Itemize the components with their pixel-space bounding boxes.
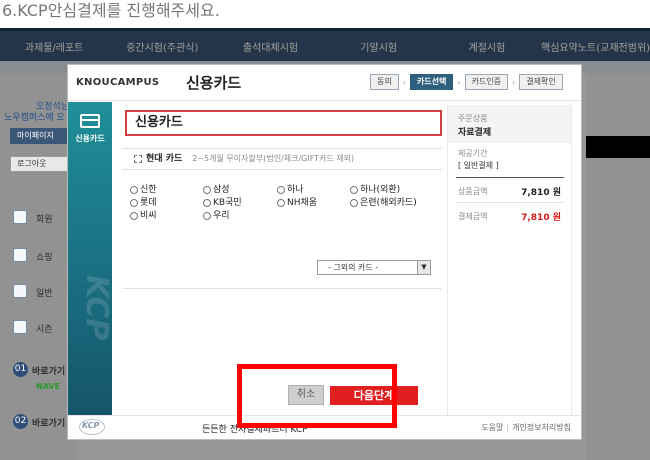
step-card-select: 카드선택 [409, 74, 454, 90]
amount-label: 상품금액 [458, 187, 488, 196]
step-arrow-icon: › [512, 77, 516, 87]
credit-card-icon [80, 114, 100, 128]
content-divider [122, 288, 442, 289]
bank-label: 은련(해외카드) [360, 198, 417, 208]
radio-icon[interactable] [130, 185, 138, 194]
bank-label: 하나 [287, 185, 304, 195]
other-card-select[interactable]: - 그외의 카드 - ▼ [317, 260, 431, 275]
brand-logo: KNOUCAMPUS [76, 77, 160, 88]
bank-label: NH채움 [287, 198, 318, 208]
modal-title: 신용카드 [186, 74, 242, 92]
summary-divider [456, 202, 564, 203]
step-card-auth: 카드인증 [464, 74, 509, 90]
bank-option-samsung[interactable]: 삼성 [203, 182, 230, 195]
bank-option-shinhan[interactable]: 신한 [130, 182, 157, 195]
payment-method-title: 신용카드 [125, 110, 442, 136]
chevron-down-icon[interactable]: ▼ [417, 261, 430, 274]
card-type-description: 2~5개월 무이자할부(법인/체크/GIFT카드 제외) [192, 154, 355, 163]
pay-amount-label: 결제금액 [458, 212, 488, 221]
step-indicator: 동의 › 카드선택 › 카드인증 › 결제확인 [370, 74, 563, 90]
bank-option-nh[interactable]: NH채움 [277, 195, 317, 208]
bank-label: 신한 [140, 185, 157, 195]
order-summary: 주문상품 자료결제 제공기간 [ 일반결제 ] 상품금액 7,810 원 결제금… [447, 105, 572, 415]
product-value: 자료결제 [458, 128, 492, 138]
step-confirm: 결제확인 [519, 74, 563, 90]
bank-option-hana-exchange[interactable]: 하나(외환) [350, 182, 400, 195]
link-separator: | [506, 423, 510, 432]
card-type-radio-icon[interactable] [134, 154, 142, 163]
bank-label: 우리 [213, 211, 230, 221]
period-label: 제공기간 [458, 149, 488, 158]
bank-label: KB국민 [213, 198, 242, 208]
step-arrow-icon: › [402, 77, 406, 87]
other-card-select-value: - 그외의 카드 - [328, 263, 379, 272]
pay-amount-value: 7,810 원 [521, 213, 561, 223]
radio-icon[interactable] [277, 185, 285, 194]
instruction-text: 6.KCP안심결제를 진행해주세요. [0, 0, 650, 28]
step-agree: 동의 [370, 74, 399, 90]
modal-header: KNOUCAMPUS 신용카드 동의 › 카드선택 › 카드인증 › 결제확인 [68, 65, 581, 101]
amount-value: 7,810 원 [521, 188, 561, 198]
bank-label: 비씨 [140, 211, 157, 221]
bank-label: 삼성 [213, 185, 230, 195]
bank-label: 롯데 [140, 198, 157, 208]
card-type-label: 현대 카드 [146, 154, 183, 164]
period-value: [ 일반결제 ] [458, 161, 499, 170]
kcp-logo: KCP [82, 421, 100, 430]
bank-option-hana[interactable]: 하나 [277, 182, 304, 195]
kcp-watermark: KCP [79, 275, 112, 341]
radio-icon[interactable] [350, 185, 358, 194]
radio-icon[interactable] [203, 198, 211, 207]
next-step-highlight-box [237, 364, 397, 428]
footer-links: 도움말 | 개인정보처리방침 [481, 422, 571, 433]
radio-icon[interactable] [130, 211, 138, 220]
payment-sidebar: 신용카드 KCP [68, 102, 112, 415]
radio-icon[interactable] [203, 185, 211, 194]
bank-option-lotte[interactable]: 롯데 [130, 195, 157, 208]
help-link[interactable]: 도움말 [481, 423, 503, 432]
product-label: 주문상품 [458, 114, 488, 123]
radio-icon[interactable] [350, 198, 358, 207]
step-arrow-icon: › [457, 77, 461, 87]
bank-label: 하나(외환) [360, 185, 401, 195]
bank-option-unionpay[interactable]: 은련(해외카드) [350, 195, 417, 208]
radio-icon[interactable] [277, 198, 285, 207]
summary-divider [456, 177, 564, 178]
privacy-link[interactable]: 개인정보처리방침 [512, 423, 571, 432]
bank-option-kb[interactable]: KB국민 [203, 195, 242, 208]
bank-option-bc[interactable]: 비씨 [130, 208, 157, 221]
sidebar-label: 신용카드 [75, 134, 105, 143]
radio-icon[interactable] [203, 211, 211, 220]
radio-icon[interactable] [130, 198, 138, 207]
card-type-row[interactable]: 현대 카드 2~5개월 무이자할부(법인/체크/GIFT카드 제외) [122, 148, 442, 170]
bank-option-woori[interactable]: 우리 [203, 208, 230, 221]
